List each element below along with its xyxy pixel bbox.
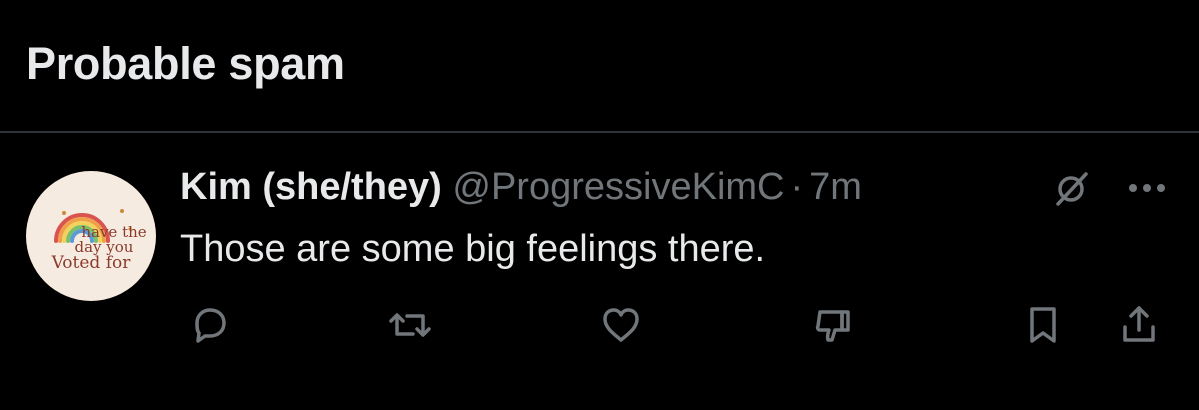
- post-header: Kim (she/they) @ProgressiveKimC · 7m: [180, 163, 862, 211]
- share-button[interactable]: [1114, 300, 1164, 350]
- section-header: Probable spam: [0, 0, 1199, 133]
- avatar[interactable]: have the day you Voted for: [26, 171, 156, 301]
- post-text: Those are some big feelings there.: [180, 228, 766, 270]
- share-icon: [1123, 306, 1155, 342]
- post[interactable]: have the day you Voted for Kim (she/they…: [0, 133, 1199, 410]
- thumbs-down-icon: [815, 310, 850, 342]
- repost-button[interactable]: [385, 300, 435, 350]
- post-time[interactable]: 7m: [809, 166, 862, 208]
- grok-icon[interactable]: [1052, 168, 1092, 208]
- heart-icon: [603, 308, 639, 342]
- avatar-text-line-3: Voted for: [51, 253, 132, 273]
- downvote-button[interactable]: [808, 300, 858, 350]
- repost-icon: [389, 313, 431, 337]
- reply-icon: [195, 308, 226, 343]
- reply-button[interactable]: [183, 300, 233, 350]
- author-name[interactable]: Kim (she/they): [180, 166, 442, 208]
- like-button[interactable]: [596, 300, 646, 350]
- more-options-icon[interactable]: [1124, 168, 1170, 208]
- section-title: Probable spam: [26, 38, 345, 89]
- author-handle[interactable]: @ProgressiveKimC: [452, 166, 784, 208]
- separator-dot: ·: [790, 166, 804, 208]
- bookmark-icon: [1030, 307, 1056, 343]
- bookmark-button[interactable]: [1018, 300, 1068, 350]
